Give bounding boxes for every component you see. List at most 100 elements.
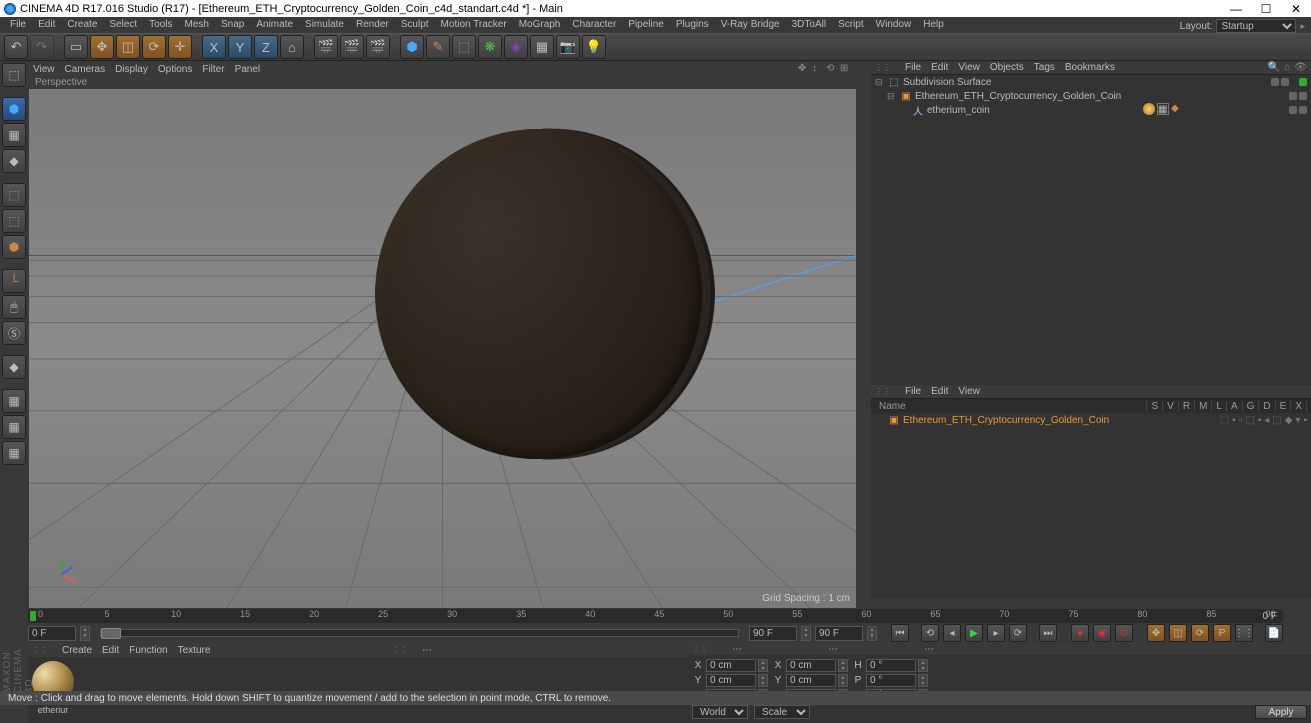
redo-button[interactable]: ↷ [30,35,54,59]
goto-prev-key-button[interactable]: ⟲ [921,624,939,642]
frame-end-input[interactable] [815,626,863,641]
layout-select[interactable]: Startup [1216,19,1296,33]
camera-button[interactable]: 📷 [556,35,580,59]
undo-button[interactable]: ↶ [4,35,28,59]
maximize-button[interactable]: ☐ [1251,0,1281,17]
viewport-3d[interactable]: Grid Spacing : 1 cm [29,89,856,608]
locked-workplane-button[interactable]: ◆ [2,355,26,379]
pla-key-button[interactable]: ⋮⋮ [1235,624,1253,642]
vp-maximize-icon[interactable]: ⊞ [840,63,852,75]
point-mode-button[interactable]: ⬚ [2,183,26,207]
render-settings-button[interactable]: 🎬 [366,35,390,59]
obj-menu-edit[interactable]: Edit [931,62,948,73]
size-x-input[interactable]: 0 cm [786,659,836,672]
select-tool[interactable]: ▭ [64,35,88,59]
vp-menu-view[interactable]: View [33,64,55,75]
nurbs-button[interactable]: ⬚ [452,35,476,59]
y-axis-button[interactable]: Y [228,35,252,59]
mat-menu-function[interactable]: Function [129,645,167,656]
menu-window[interactable]: Window [870,17,918,33]
render-region-button[interactable]: 🎬 [340,35,364,59]
rot-h-input[interactable]: 0 ° [866,659,916,672]
param-key-button[interactable]: P [1213,624,1231,642]
vp-rotate-icon[interactable]: ⟲ [826,63,838,75]
record-button[interactable]: ● [1071,624,1089,642]
obj-menu-view[interactable]: View [958,62,980,73]
workplane-button[interactable]: ◆ [2,149,26,173]
timeline-range-slider[interactable] [100,629,739,637]
pen-button[interactable]: ✎ [426,35,450,59]
autokey-button[interactable]: ◉ [1093,624,1111,642]
home-icon[interactable]: ⌂ [1284,62,1290,73]
timeline-playhead[interactable] [30,611,36,621]
search-icon[interactable]: 🔍 [1268,62,1280,73]
obj-menu-bookmarks[interactable]: Bookmarks [1065,62,1115,73]
texture-mode-button[interactable]: ▦ [2,123,26,147]
menu-help[interactable]: Help [917,17,950,33]
vp-menu-panel[interactable]: Panel [235,64,261,75]
last-tool[interactable]: ✛ [168,35,192,59]
mat-menu-texture[interactable]: Texture [178,645,211,656]
menu-character[interactable]: Character [566,17,622,33]
options-button[interactable]: 📄 [1265,624,1283,642]
tree-row-coin[interactable]: 人 etherium_coin [871,103,1311,117]
menu-create[interactable]: Create [61,17,103,33]
viewport-solo-button[interactable]: 🖱 [2,295,26,319]
menu-edit[interactable]: Edit [32,17,61,33]
obj-menu-objects[interactable]: Objects [990,62,1024,73]
material-name[interactable]: etheriur [32,705,74,715]
pos-y-input[interactable]: 0 cm [706,674,756,687]
next-frame-button[interactable]: ▸ [987,624,1005,642]
menu-tools[interactable]: Tools [143,17,178,33]
interactive-workplane-button[interactable]: ▦ [2,441,26,465]
minimize-button[interactable]: — [1221,0,1251,17]
light-button[interactable]: 💡 [582,35,606,59]
edge-mode-button[interactable]: ⬚ [2,209,26,233]
rot-p-input[interactable]: 0 ° [866,674,916,687]
menu-mograph[interactable]: MoGraph [513,17,567,33]
takes-menu-view[interactable]: View [958,386,980,397]
locked-planar-button[interactable]: ▦ [2,415,26,439]
menu-select[interactable]: Select [103,17,143,33]
coord-scale-select[interactable]: Scale [754,705,810,719]
rotate-tool[interactable]: ⟳ [142,35,166,59]
menu-sculpt[interactable]: Sculpt [395,17,435,33]
make-editable-button[interactable]: ⬚ [2,63,26,87]
obj-menu-tags[interactable]: Tags [1034,62,1055,73]
polygon-mode-button[interactable]: ⬢ [2,235,26,259]
goto-next-key-button[interactable]: ⟳ [1009,624,1027,642]
mat-menu-create[interactable]: Create [62,645,92,656]
eye-icon[interactable]: 👁 [1294,62,1307,73]
prev-frame-button[interactable]: ◂ [943,624,961,642]
menu-file[interactable]: File [4,17,32,33]
menu-simulate[interactable]: Simulate [299,17,350,33]
frame-range-spinner[interactable]: ▲▼ [801,626,811,641]
vp-menu-filter[interactable]: Filter [202,64,224,75]
takes-menu-file[interactable]: File [905,386,921,397]
menu-vraybridge[interactable]: V-Ray Bridge [715,17,786,33]
apply-button[interactable]: Apply [1255,705,1307,719]
menu-snap[interactable]: Snap [215,17,250,33]
material-tag-icon[interactable] [1143,103,1155,115]
cube-button[interactable]: ⬢ [400,35,424,59]
menu-animate[interactable]: Animate [250,17,299,33]
coord-world-select[interactable]: World [692,705,748,719]
menu-script[interactable]: Script [832,17,870,33]
frame-start-input[interactable] [28,626,76,641]
tree-row-ethereum[interactable]: ⊟ ▣ Ethereum_ETH_Cryptocurrency_Golden_C… [871,89,1311,103]
vp-menu-display[interactable]: Display [115,64,148,75]
planar-workplane-button[interactable]: ▦ [2,389,26,413]
timeline-ruler[interactable]: 0 5 10 15 20 25 30 35 40 45 50 55 60 65 … [28,609,1283,623]
takes-menu-edit[interactable]: Edit [931,386,948,397]
frame-end-spinner[interactable]: ▲▼ [867,626,877,641]
obj-menu-file[interactable]: File [905,62,921,73]
layout-arrow-icon[interactable]: ▸ [1300,21,1305,32]
z-axis-button[interactable]: Z [254,35,278,59]
frame-range-input[interactable] [749,626,797,641]
model-mode-button[interactable]: ⬢ [2,97,26,121]
checker-tag-icon[interactable]: ▦ [1157,103,1169,115]
move-tool[interactable]: ✥ [90,35,114,59]
menu-plugins[interactable]: Plugins [670,17,715,33]
frame-start-spinner[interactable]: ▲▼ [80,626,90,641]
enable-toggle[interactable] [1299,78,1307,86]
